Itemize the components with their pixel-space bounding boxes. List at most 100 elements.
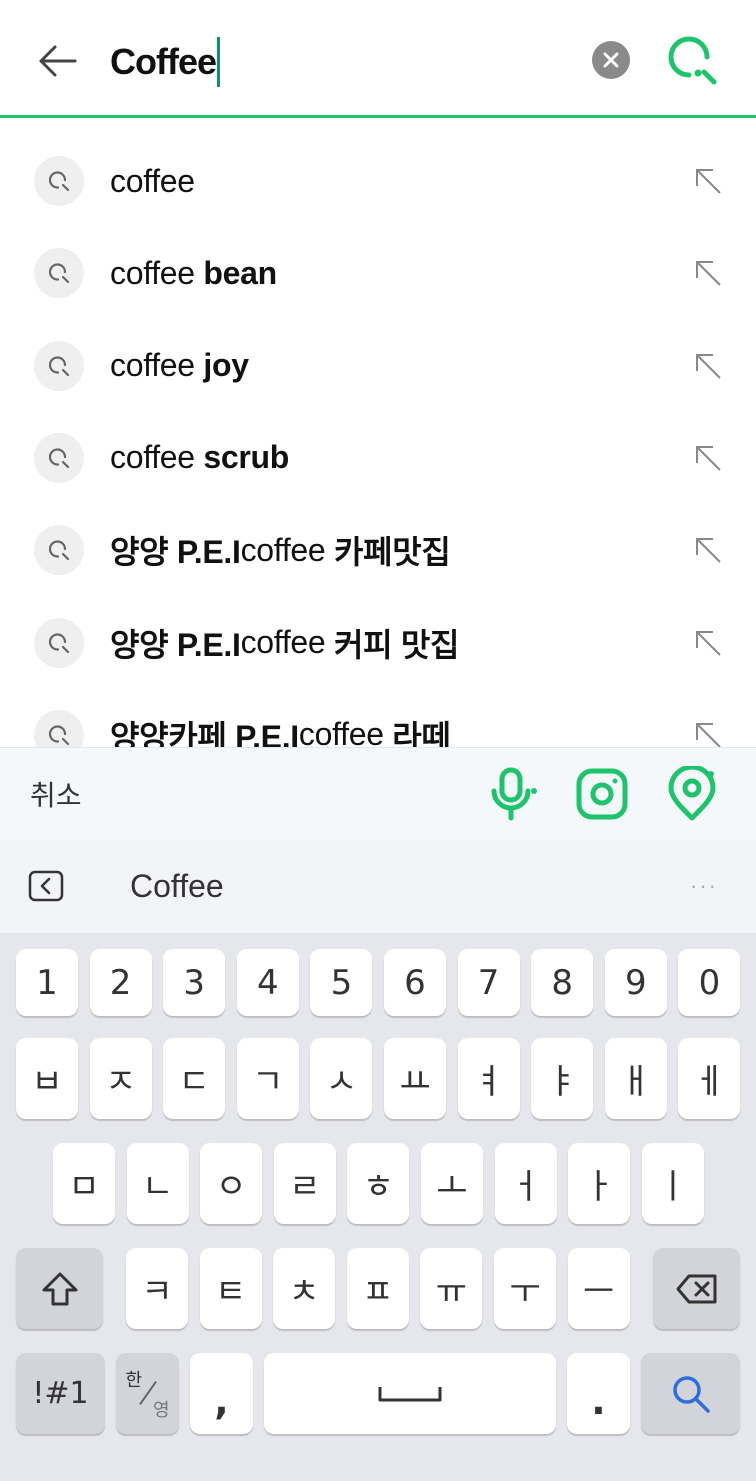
suggestion-item[interactable]: coffee joy [0, 320, 756, 412]
suggestion-item[interactable]: 양양카페 P.E.I coffee 라떼 [0, 689, 756, 747]
search-button[interactable] [664, 32, 722, 90]
comma-key[interactable]: , [190, 1353, 253, 1434]
symbols-key[interactable]: !#1 [16, 1353, 105, 1434]
text-caret [217, 37, 221, 87]
suggestion-item[interactable]: coffee [0, 135, 756, 227]
cancel-button[interactable]: 취소 [30, 748, 82, 840]
lens-search-button[interactable] [574, 766, 630, 822]
key-row2-3[interactable]: ㄹ [273, 1143, 336, 1224]
key-row3-5[interactable]: ㅜ [494, 1248, 556, 1329]
back-button[interactable] [30, 36, 84, 86]
key-label: ㅠ [435, 1272, 468, 1312]
key-7[interactable]: 7 [457, 949, 520, 1016]
arrow-up-left-icon [696, 722, 721, 747]
key-9[interactable]: 9 [604, 949, 667, 1016]
key-label: ㄹ [289, 1167, 321, 1207]
back-arrow-icon [39, 45, 77, 77]
arrow-up-left-icon [696, 445, 721, 471]
key-row3-2[interactable]: ㅊ [273, 1248, 336, 1329]
fill-query-button[interactable] [690, 625, 726, 661]
key-row1-7[interactable]: ㅑ [531, 1038, 594, 1119]
suggestion-item[interactable]: coffee bean [0, 227, 756, 319]
keyboard-more-button[interactable]: ··· [690, 839, 718, 933]
arrow-up-left-icon [696, 261, 721, 287]
key-label: 2 [109, 962, 132, 1003]
key-row1-9[interactable]: ㅔ [678, 1038, 741, 1119]
suggestion-match: coffee [110, 162, 195, 199]
key-row3-0[interactable]: ㅋ [126, 1248, 188, 1329]
suggestion-suffix: scrub [203, 439, 290, 476]
key-row2-8[interactable]: ㅣ [641, 1143, 704, 1224]
key-row1-3[interactable]: ㄱ [236, 1038, 299, 1119]
key-label: !#1 [32, 1376, 89, 1411]
key-label: 3 [183, 962, 205, 1003]
key-row1-6[interactable]: ㅕ [457, 1038, 520, 1119]
fill-query-button[interactable] [690, 532, 726, 568]
key-row1-8[interactable]: ㅐ [604, 1038, 667, 1119]
location-pin-icon [668, 766, 716, 821]
key-row2-2[interactable]: ㅇ [200, 1143, 263, 1224]
period-key[interactable]: . [567, 1353, 630, 1434]
key-label: ㅛ [399, 1062, 431, 1102]
key-row3-1[interactable]: ㅌ [199, 1248, 262, 1329]
key-label: ㅁ [68, 1167, 100, 1207]
suggestion-match: coffee [110, 254, 204, 291]
key-6[interactable]: 6 [384, 949, 446, 1016]
space-key[interactable] [264, 1353, 556, 1434]
keyboard-search-key[interactable] [641, 1353, 740, 1434]
key-5[interactable]: 5 [310, 949, 373, 1016]
fill-query-button[interactable] [690, 717, 726, 747]
key-label: ㅓ [509, 1167, 542, 1207]
key-label: ㅅ [325, 1062, 358, 1102]
key-row2-5[interactable]: ㅗ [421, 1143, 483, 1224]
suggestion-item[interactable]: coffee scrub [0, 412, 756, 504]
camera-lens-icon [576, 768, 628, 820]
backspace-key[interactable] [653, 1248, 740, 1329]
key-row1-2[interactable]: ㄷ [163, 1038, 226, 1119]
key-label: ㅂ [31, 1062, 63, 1102]
fill-query-button[interactable] [690, 440, 726, 476]
shift-icon [42, 1272, 77, 1305]
key-row1-4[interactable]: ㅅ [310, 1038, 373, 1119]
search-input[interactable]: Coffee [110, 36, 221, 88]
key-label: ㅋ [141, 1272, 173, 1312]
key-4[interactable]: 4 [236, 949, 299, 1016]
key-3[interactable]: 3 [163, 949, 226, 1016]
key-row2-1[interactable]: ㄴ [126, 1143, 189, 1224]
key-row3-6[interactable]: ㅡ [567, 1248, 630, 1329]
suggestion-item[interactable]: 양양 P.E.I coffee 커피 맛집 [0, 597, 756, 689]
suggestion-suffix: 카페맛집 [334, 534, 451, 571]
arrow-up-left-icon [696, 353, 721, 379]
voice-search-button[interactable] [484, 766, 540, 822]
fill-query-button[interactable] [690, 348, 726, 384]
keyboard-toolbar-toggle[interactable] [28, 868, 64, 904]
key-row2-4[interactable]: ㅎ [347, 1143, 410, 1224]
suggestion-item[interactable]: 양양 P.E.I coffee 카페맛집 [0, 504, 756, 596]
key-row1-5[interactable]: ㅛ [384, 1038, 446, 1119]
key-row3-3[interactable]: ㅍ [346, 1248, 409, 1329]
chevron-left-icon [28, 870, 64, 902]
key-0[interactable]: 0 [678, 949, 741, 1016]
location-search-button[interactable] [664, 766, 720, 822]
key-1[interactable]: 1 [16, 949, 78, 1016]
key-row1-1[interactable]: ㅈ [89, 1038, 152, 1119]
suggestion-prefix: 양양카페 P.E.I [110, 718, 299, 747]
key-row2-7[interactable]: ㅏ [568, 1143, 631, 1224]
key-row2-0[interactable]: ㅁ [53, 1143, 115, 1224]
key-row2-6[interactable]: ㅓ [494, 1143, 557, 1224]
key-label: ㅐ [620, 1062, 652, 1102]
key-row3-4[interactable]: ㅠ [420, 1248, 483, 1329]
fill-query-button[interactable] [690, 255, 726, 291]
fill-query-button[interactable] [690, 163, 726, 199]
key-8[interactable]: 8 [531, 949, 594, 1016]
suggestion-suffix: bean [203, 254, 277, 291]
key-label: ㅏ [583, 1167, 615, 1207]
shift-key[interactable] [16, 1248, 103, 1329]
key-2[interactable]: 2 [89, 949, 152, 1016]
clear-button[interactable] [592, 41, 630, 79]
language-switch-key[interactable]: 한영 [116, 1353, 179, 1434]
search-query-text: Coffee [110, 41, 217, 82]
keyboard-suggestion-word[interactable]: Coffee [130, 839, 224, 933]
suggestion-suffix: joy [203, 347, 249, 384]
key-row1-0[interactable]: ㅂ [16, 1038, 78, 1119]
